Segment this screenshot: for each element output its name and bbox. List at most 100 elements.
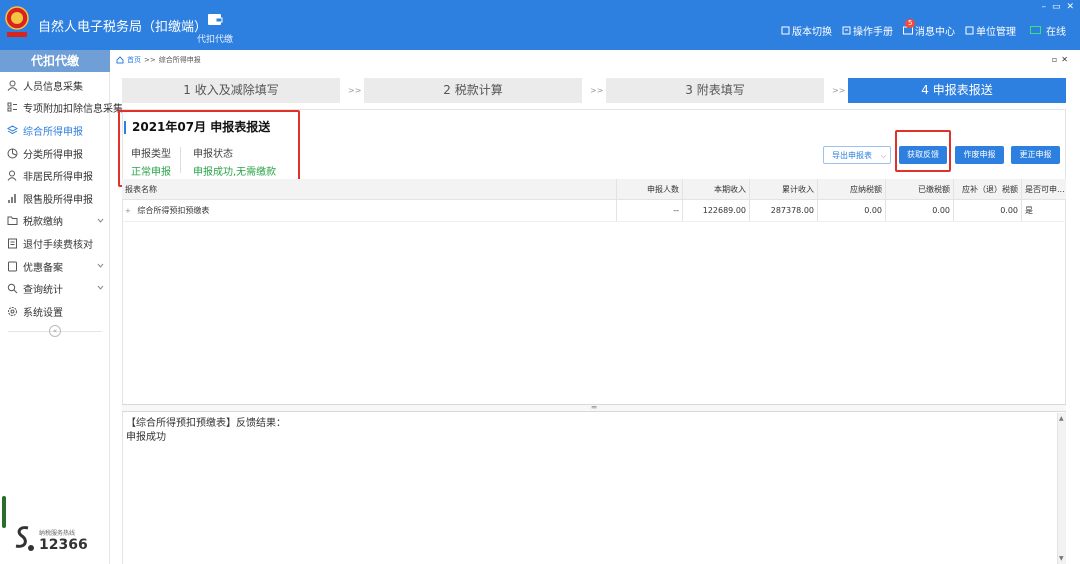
hotline-number: 12366 (39, 537, 88, 553)
table-header: 报表名称 申报人数 本期收入 累计收入 应纳税额 已缴税额 应补（退）税额 是否… (122, 179, 1066, 200)
step-2-tax-calc[interactable]: 2 税款计算 (364, 78, 582, 103)
sidebar-item-person-info[interactable]: 人员信息采集 (0, 74, 110, 97)
row-tax-payable: 0.00 (818, 200, 886, 221)
bar-chart-icon (8, 193, 16, 203)
sidebar-header: 代扣代缴 (0, 50, 110, 72)
sidebar-item-label: 限售股所得申报 (23, 194, 93, 206)
sidebar-item-label: 非居民所得申报 (23, 172, 93, 184)
row-cumulative-income: 287378.00 (750, 200, 818, 221)
highlight-box-status (118, 110, 300, 187)
breadcrumb-separator: >> (144, 56, 156, 64)
result-line-2: 申报成功 (126, 432, 166, 443)
sidebar-item-label: 专项附加扣除信息采集 (23, 104, 123, 116)
service-hotline: 纳税服务热线 12366 (12, 524, 108, 556)
table-row[interactable]: + 综合所得预扣预缴表 -- 122689.00 287378.00 0.00 … (122, 200, 1066, 222)
close-button[interactable]: ✕ (1066, 2, 1074, 12)
highlight-box-feedback (895, 130, 951, 172)
sidebar-item-label: 综合所得申报 (23, 126, 83, 138)
manual-link[interactable]: 操作手册 (842, 23, 893, 38)
module-label: 代扣代缴 (196, 35, 233, 45)
list-icon (7, 102, 17, 112)
maximize-button[interactable]: ▭ (1052, 2, 1061, 12)
sidebar-item-query-stats[interactable]: 查询统计 (0, 277, 110, 300)
scroll-up-icon[interactable]: ▲ (1059, 415, 1064, 422)
page-tab-bar: 首页 >> 综合所得申报 ▫✕ (112, 53, 1080, 67)
step-1-income[interactable]: 1 收入及减除填写 (122, 78, 340, 103)
minimize-button[interactable]: – (1041, 2, 1046, 12)
building-icon (965, 26, 974, 35)
version-switch-link[interactable]: 版本切换 (781, 23, 832, 38)
result-scrollbar[interactable]: ▲ ▼ (1057, 413, 1066, 564)
sidebar-item-label: 系统设置 (23, 307, 63, 319)
sidebar-item-preferential-filing[interactable]: 优惠备案 (0, 255, 110, 278)
document-icon (8, 238, 17, 249)
title-bar: 自然人电子税务局（扣缴端） 代扣代缴 版本切换 操作手册 5 消息中心 单位管理 (0, 0, 1080, 50)
sidebar-item-label: 优惠备案 (23, 262, 63, 274)
chevron-down-icon: ⌵ (880, 152, 886, 160)
message-center-link[interactable]: 5 消息中心 (903, 19, 955, 38)
manual-label: 操作手册 (853, 27, 893, 38)
row-tax-paid: 0.00 (886, 200, 954, 221)
app-title: 自然人电子税务局（扣缴端） (38, 20, 208, 35)
feedback-result-panel: 【综合所得预扣预缴表】反馈结果： 申报成功 (123, 413, 1057, 564)
sidebar-item-refund-fee[interactable]: 退付手续费核对 (0, 232, 110, 255)
sidebar-item-label: 退付手续费核对 (23, 239, 93, 251)
row-current-income: 122689.00 (683, 200, 750, 221)
version-switch-label: 版本切换 (792, 27, 832, 38)
result-line-1: 【综合所得预扣预缴表】反馈结果： (126, 418, 286, 429)
document-icon (781, 26, 790, 35)
col-report-name: 报表名称 (122, 179, 617, 199)
row-declarable: 是 (1025, 206, 1033, 215)
layers-icon (7, 125, 18, 135)
chevron-down-icon (97, 286, 104, 291)
chevron-down-icon (97, 218, 104, 223)
sidebar-item-system-settings[interactable]: 系统设置 (0, 300, 110, 323)
tab-bar-controls[interactable]: ▫✕ (1052, 55, 1072, 64)
sidebar-resize-handle[interactable] (2, 496, 6, 528)
wallet-icon (208, 14, 223, 25)
sidebar-item-restricted-stock[interactable]: 限售股所得申报 (0, 187, 110, 210)
unit-management-link[interactable]: 单位管理 (965, 23, 1016, 38)
expand-icon[interactable]: + (125, 207, 131, 215)
collapse-sidebar-button[interactable]: « (49, 325, 61, 337)
step-separator: >> (590, 86, 604, 95)
folder-icon (7, 216, 18, 226)
step-3-attachments[interactable]: 3 附表填写 (606, 78, 824, 103)
correct-declaration-button[interactable]: 更正申报 (1011, 146, 1060, 164)
step-indicator: 1 收入及减除填写 >> 2 税款计算 >> 3 附表填写 >> 4 申报表报送 (122, 78, 1066, 103)
sidebar-item-classified-income[interactable]: 分类所得申报 (0, 142, 110, 165)
col-current-income: 本期收入 (683, 179, 750, 199)
declaration-table: 报表名称 申报人数 本期收入 累计收入 应纳税额 已缴税额 应补（退）税额 是否… (122, 179, 1066, 222)
breadcrumb-home[interactable]: 首页 (127, 55, 141, 65)
step-4-submit[interactable]: 4 申报表报送 (848, 78, 1066, 103)
export-declaration-dropdown[interactable]: 导出申报表 ⌵ (823, 146, 891, 164)
panel-splitter[interactable]: ═ (122, 404, 1066, 412)
person-icon (7, 80, 18, 91)
void-declaration-button[interactable]: 作废申报 (955, 146, 1004, 164)
search-icon (7, 283, 18, 294)
step-separator: >> (832, 86, 846, 95)
scroll-down-icon[interactable]: ▼ (1059, 555, 1064, 562)
col-cumulative-income: 累计收入 (750, 179, 818, 199)
sidebar-item-label: 税款缴纳 (23, 217, 63, 229)
sidebar-item-tax-payment[interactable]: 税款缴纳 (0, 210, 110, 233)
breadcrumb-current: 综合所得申报 (158, 56, 201, 64)
message-center-label: 消息中心 (915, 27, 955, 38)
report-name-text: 综合所得预扣预缴表 (137, 206, 210, 215)
col-tax-payable: 应纳税额 (818, 179, 886, 199)
col-tax-due: 应补（退）税额 (954, 179, 1022, 199)
sidebar-item-label: 查询统计 (23, 285, 63, 297)
online-status: 在线 (1030, 23, 1066, 38)
user-icon (7, 170, 17, 181)
module-withholding[interactable]: 代扣代缴 (190, 12, 240, 45)
sidebar-item-special-deduction[interactable]: 专项附加扣除信息采集 (0, 97, 123, 120)
unit-management-label: 单位管理 (976, 27, 1016, 38)
pie-icon (7, 148, 18, 159)
tax-emblem-logo (5, 6, 29, 37)
sidebar-item-label: 人员信息采集 (23, 81, 83, 93)
sidebar-item-comprehensive-income[interactable]: 综合所得申报 (0, 119, 110, 142)
col-declarable: 是否可申... (1025, 185, 1065, 194)
home-icon (116, 56, 124, 64)
sidebar-item-nonresident-income[interactable]: 非居民所得申报 (0, 164, 110, 187)
chat-icon (1030, 26, 1041, 34)
